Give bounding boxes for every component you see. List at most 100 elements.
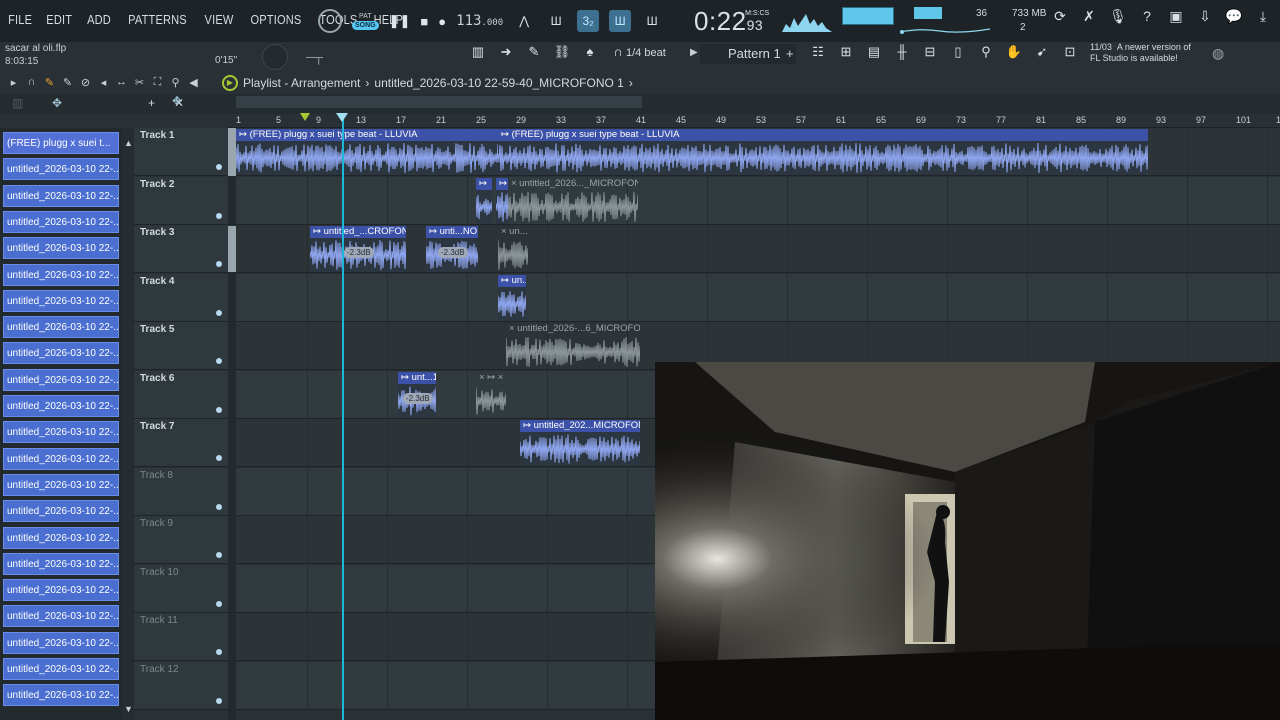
track-header[interactable]: Track 2 xyxy=(134,176,228,225)
browser-item[interactable]: untitled_2026-03-10 22-... xyxy=(3,684,119,707)
mute-icon[interactable]: ◂ xyxy=(96,76,111,90)
audio-clip[interactable]: ↦ (FREE) plugg x suei type beat - LLUVIA xyxy=(235,129,500,175)
menu-file[interactable]: FILE xyxy=(8,12,32,27)
globe-icon[interactable]: ◍ xyxy=(1212,45,1224,62)
play-icon[interactable]: ▶ xyxy=(222,75,238,91)
draw-icon[interactable]: ✎ xyxy=(42,76,57,90)
routing-icon[interactable]: ⊟ xyxy=(920,44,940,64)
browser-icon[interactable]: ▯ xyxy=(948,44,968,64)
track-mute-led[interactable] xyxy=(216,455,222,461)
audio-clip[interactable]: × ↦ × xyxy=(475,372,508,418)
pattern-selector[interactable]: Pattern 1 xyxy=(700,44,796,64)
zoom-icon[interactable]: ⚲ xyxy=(168,76,183,90)
browser-scrollbar[interactable]: ▲ ▼ xyxy=(122,128,134,720)
cross-tools-icon[interactable]: ✗ xyxy=(1079,8,1099,30)
browser-item[interactable]: untitled_2026-03-10 22-... xyxy=(3,342,119,365)
stop-icon[interactable]: ■ xyxy=(420,14,428,29)
chevron-right-icon[interactable]: ▶ xyxy=(690,47,698,58)
update-notice[interactable]: 11/03 A newer version of FL Studio is av… xyxy=(1090,42,1191,64)
magnet-snap-icon[interactable]: ∩ xyxy=(24,76,39,90)
menu-arrow-icon[interactable]: ▸ xyxy=(6,76,21,90)
blend-notes-icon[interactable]: Ш xyxy=(609,10,632,32)
audio-clip[interactable]: ↦ unt...1 -2.3dB xyxy=(397,371,438,418)
browser-item[interactable]: untitled_2026-03-10 22-... xyxy=(3,526,119,549)
track-mute-led[interactable] xyxy=(216,212,222,219)
track-mute-led[interactable] xyxy=(216,164,222,170)
track-header[interactable]: Track 12 xyxy=(134,661,228,710)
arrow-icon[interactable]: ➜ xyxy=(496,44,516,64)
piano-icon[interactable]: ▥ xyxy=(468,44,488,64)
playhead[interactable] xyxy=(342,114,344,720)
channel-rack-icon[interactable]: ▤ xyxy=(864,44,884,64)
audio-clip[interactable]: ↦ untitled_...CROFONO 1 -2.3dB xyxy=(309,226,408,272)
wait-input-icon[interactable]: Ш xyxy=(545,10,567,32)
add-pattern-icon[interactable]: + xyxy=(786,46,794,61)
audio-clip[interactable]: ↦ un... xyxy=(497,274,528,321)
audio-clip[interactable]: ↦ xyxy=(475,177,494,224)
audio-clip[interactable]: ↦ untitled_202...MICROFONO 1 xyxy=(519,420,642,466)
track-header[interactable]: Track 10 xyxy=(134,564,228,613)
download-icon[interactable]: ⤓ xyxy=(1253,8,1273,30)
browser-item[interactable]: untitled_2026-03-10 22-... xyxy=(3,605,119,628)
plugin-icon[interactable]: ⚲ xyxy=(976,44,996,64)
link-icon[interactable]: ⛓ xyxy=(552,44,572,64)
menu-patterns[interactable]: PATTERNS xyxy=(128,12,187,27)
chat-icon[interactable]: 💬 xyxy=(1224,8,1244,30)
browser-item[interactable]: untitled_2026-03-10 22-... xyxy=(3,263,119,286)
pat-song-toggle[interactable]: PAT SONG xyxy=(352,12,379,30)
menu-edit[interactable]: EDIT xyxy=(47,12,73,27)
track-mute-led[interactable] xyxy=(216,600,222,607)
track-mute-led[interactable] xyxy=(216,697,222,704)
pause-icon[interactable]: ❚❚ xyxy=(389,13,411,29)
pattern-picker-icon[interactable]: ▥ xyxy=(12,96,23,110)
pitch-slider-icon[interactable]: ─┬ xyxy=(306,50,323,64)
browser-item[interactable]: untitled_2026-03-10 22-... xyxy=(3,658,119,680)
browser-item[interactable]: untitled_2026-03-10 22-... xyxy=(3,184,119,207)
browser-item[interactable]: untitled_2026-03-10 22-... xyxy=(3,368,119,391)
magnet-icon[interactable]: ∩ xyxy=(608,44,628,64)
piano-roll-icon[interactable]: ⊞ xyxy=(836,44,856,64)
track-header[interactable]: Track 1 xyxy=(134,128,228,176)
refresh-icon[interactable]: ⟳ xyxy=(1050,8,1070,30)
paint-icon[interactable]: ✎ xyxy=(60,76,75,90)
speaker-icon[interactable]: ◀ xyxy=(186,76,201,90)
delete-icon[interactable]: ⊘ xyxy=(78,76,93,90)
track-lane[interactable] xyxy=(228,273,1280,322)
track-mute-led[interactable] xyxy=(216,649,222,655)
track-header[interactable]: Track 3 xyxy=(134,225,228,273)
tempo-display[interactable]: 113.000 xyxy=(456,13,503,29)
browser-item[interactable]: (FREE) plugg x suei t... xyxy=(3,132,119,154)
help-icon[interactable]: ? xyxy=(1137,8,1157,30)
audio-clip[interactable]: ↦ (FREE) plugg x suei type beat - LLUVIA xyxy=(497,129,1150,175)
browser-item[interactable]: untitled_2026-03-10 22-... xyxy=(3,552,119,575)
browser-item[interactable]: untitled_2026-03-10 22-... xyxy=(3,237,119,260)
track-header[interactable]: Track 4 xyxy=(134,273,228,322)
track-header[interactable]: Track 5 xyxy=(134,322,228,370)
track-header[interactable]: Track 9 xyxy=(134,516,228,564)
browser-item[interactable]: untitled_2026-03-10 22-... xyxy=(3,500,119,523)
browser-item[interactable]: untitled_2026-03-10 22-... xyxy=(3,631,119,654)
track-header[interactable]: Track 7 xyxy=(134,419,228,467)
metronome-icon[interactable]: ⋀ xyxy=(513,10,535,32)
playlist-icon[interactable]: ☷ xyxy=(808,44,828,64)
audio-clip[interactable]: × untitled_2026-...6_MICROFONO 1 xyxy=(505,323,642,369)
audio-clip[interactable]: × un... xyxy=(497,226,530,272)
countdown-icon[interactable]: 3₂ xyxy=(577,10,600,32)
track-mute-led[interactable] xyxy=(216,309,222,316)
loop-start-marker[interactable] xyxy=(300,113,310,121)
menu-add[interactable]: ADD xyxy=(87,12,111,27)
track-mute-led[interactable] xyxy=(216,406,222,413)
master-knob-icon[interactable] xyxy=(262,44,288,70)
metronome-knob-icon[interactable] xyxy=(318,9,342,33)
audio-clip[interactable]: × untitled_2026..._MICROFONO 1 xyxy=(507,178,640,224)
menu-options[interactable]: OPTIONS xyxy=(250,12,301,27)
microphone-icon[interactable]: 🎙 xyxy=(1108,8,1128,30)
song-clock[interactable]: 0:2293 M:S:CS xyxy=(694,6,769,37)
loop-record-icon[interactable]: Ш xyxy=(641,10,663,32)
track-header[interactable]: Track 6 xyxy=(134,370,228,419)
audio-clip[interactable]: ↦ xyxy=(495,177,510,224)
browser-item[interactable]: untitled_2026-03-10 22-... xyxy=(3,158,119,181)
track-mute-led[interactable] xyxy=(216,552,222,558)
save-icon[interactable]: ▣ xyxy=(1166,8,1186,30)
scroll-down-icon[interactable]: ▼ xyxy=(124,704,133,714)
